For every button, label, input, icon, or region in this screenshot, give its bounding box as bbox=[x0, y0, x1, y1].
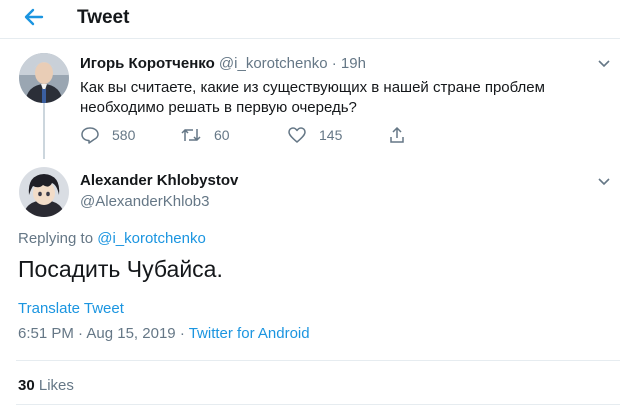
divider bbox=[16, 404, 620, 405]
dot-separator: · bbox=[331, 55, 337, 72]
parent-author-handle[interactable]: @i_korotchenko bbox=[219, 55, 328, 72]
chevron-down-icon bbox=[598, 60, 610, 68]
main-author-name[interactable]: Alexander Khlobystov bbox=[80, 172, 238, 190]
tweet-metadata: 6:51 PM · Aug 15, 2019 · Twitter for And… bbox=[18, 325, 310, 342]
back-button[interactable] bbox=[20, 5, 48, 29]
reply-button[interactable]: 580 bbox=[80, 125, 135, 145]
page-title: Tweet bbox=[77, 7, 130, 28]
translate-tweet-link[interactable]: Translate Tweet bbox=[18, 300, 124, 317]
main-author-handle-text: @AlexanderKhlob3 bbox=[80, 193, 210, 210]
share-icon bbox=[390, 126, 404, 143]
top-bar: Tweet bbox=[0, 0, 620, 39]
replying-to-line: Replying to @i_korotchenko bbox=[18, 230, 206, 247]
avatar-parent[interactable] bbox=[19, 53, 69, 103]
main-author-handle[interactable]: @AlexanderKhlob3 bbox=[80, 193, 209, 211]
divider bbox=[16, 360, 620, 361]
parent-author-name[interactable]: Игорь Коротченко bbox=[80, 55, 215, 72]
main-tweet-text: Посадить Чубайса. bbox=[18, 256, 223, 282]
avatar-main[interactable] bbox=[19, 167, 69, 217]
likes-summary[interactable]: 30 Likes bbox=[18, 377, 74, 394]
likes-label: Likes bbox=[38, 377, 74, 394]
replying-to-handle[interactable]: @i_korotchenko bbox=[97, 230, 206, 247]
reply-icon bbox=[81, 127, 99, 144]
parent-tweet-menu-button[interactable] bbox=[596, 57, 612, 69]
retweet-count: 60 bbox=[214, 127, 230, 143]
retweet-icon bbox=[181, 128, 201, 142]
heart-icon bbox=[288, 127, 306, 143]
main-author-name-text: Alexander Khlobystov bbox=[80, 172, 239, 189]
share-button[interactable] bbox=[388, 125, 406, 145]
retweet-button[interactable]: 60 bbox=[180, 125, 230, 145]
parent-tweet-time[interactable]: 19h bbox=[341, 55, 366, 72]
tweet-source-link[interactable]: Twitter for Android bbox=[189, 325, 310, 342]
like-button[interactable]: 145 bbox=[287, 125, 342, 145]
tweet-date[interactable]: Aug 15, 2019 bbox=[86, 325, 175, 342]
arrow-left-icon bbox=[24, 8, 44, 26]
reply-count: 580 bbox=[112, 127, 136, 143]
likes-count: 30 bbox=[18, 377, 35, 394]
main-tweet-menu-button[interactable] bbox=[596, 175, 612, 187]
tweet-time[interactable]: 6:51 PM bbox=[18, 325, 74, 342]
parent-tweet-text: Как вы считаете, какие из существующих в… bbox=[80, 79, 545, 116]
replying-to-prefix: Replying to bbox=[18, 230, 94, 247]
like-count: 145 bbox=[319, 127, 343, 143]
thread-connector bbox=[43, 103, 45, 159]
source-separator: · bbox=[179, 325, 185, 342]
chevron-down-icon bbox=[598, 178, 610, 186]
parent-tweet-header: Игорь Коротченко @i_korotchenko · 19h bbox=[80, 55, 366, 72]
date-separator: · bbox=[78, 325, 84, 342]
